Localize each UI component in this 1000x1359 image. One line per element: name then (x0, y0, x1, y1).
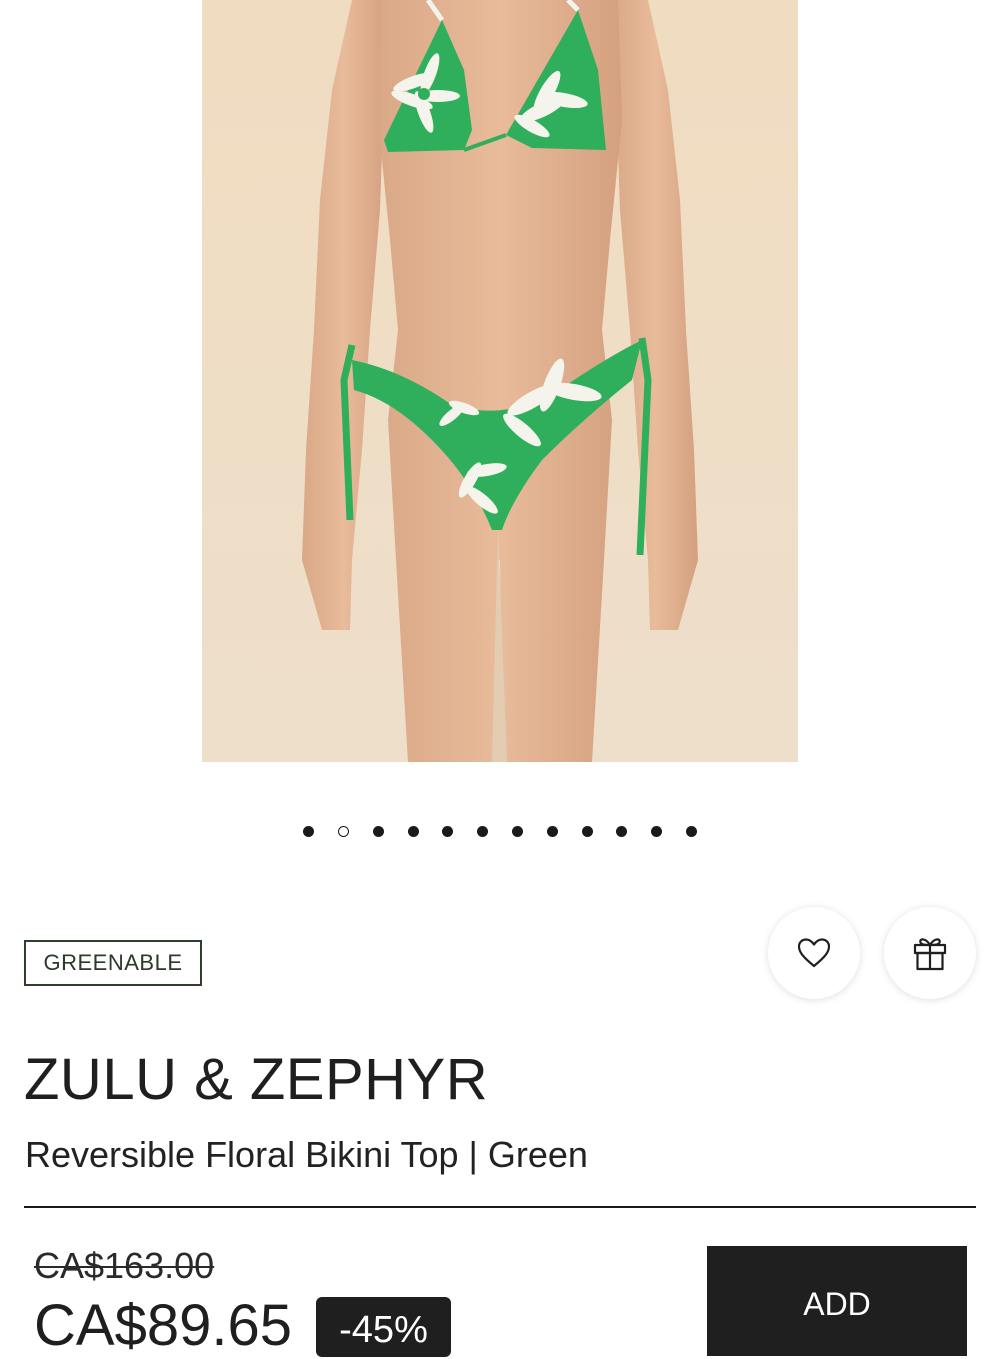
carousel-pagination (0, 824, 1000, 840)
carousel-dot[interactable] (477, 826, 489, 837)
product-name: Reversible Floral Bikini Top | Green (25, 1134, 588, 1175)
carousel-dot[interactable] (685, 826, 697, 837)
carousel-dot[interactable] (337, 826, 349, 837)
original-price: CA$163.00 (34, 1245, 215, 1286)
carousel-dot[interactable] (442, 826, 454, 837)
carousel-dot[interactable] (616, 826, 628, 837)
product-photo (202, 0, 798, 762)
carousel-dot[interactable] (372, 826, 384, 837)
heart-icon (797, 938, 831, 968)
discount-badge: -45% (316, 1297, 451, 1357)
wishlist-button[interactable] (768, 907, 860, 999)
carousel-dot[interactable] (581, 826, 593, 837)
greenable-badge: GREENABLE (24, 940, 202, 986)
sale-price: CA$89.65 (34, 1293, 292, 1358)
add-to-cart-button[interactable]: ADD (707, 1246, 967, 1356)
gift-button[interactable] (884, 907, 976, 999)
carousel-dot[interactable] (651, 826, 663, 837)
brand-name[interactable]: ZULU & ZEPHYR (24, 1046, 488, 1113)
product-image[interactable] (202, 0, 798, 762)
gift-icon (913, 938, 947, 971)
carousel-dot[interactable] (407, 826, 419, 837)
divider (24, 1206, 976, 1208)
carousel-dot[interactable] (546, 826, 558, 837)
carousel-dot[interactable] (303, 826, 315, 837)
carousel-dot[interactable] (511, 826, 523, 837)
